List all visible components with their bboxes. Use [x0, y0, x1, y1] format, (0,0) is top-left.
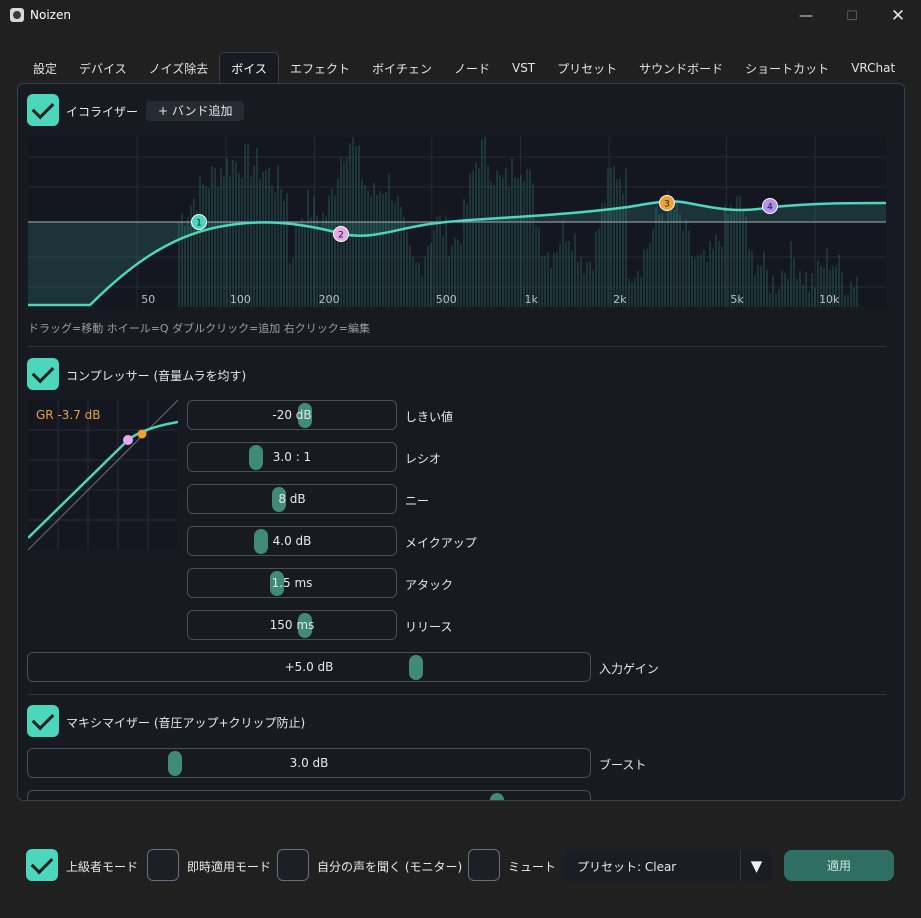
- boost-label: ブースト: [599, 758, 647, 772]
- knee-value: 8 dB: [278, 492, 306, 506]
- makeup-label: メイクアップ: [405, 536, 477, 550]
- tab-voice-changer[interactable]: ボイチェン: [361, 52, 443, 84]
- window-title: Noizen: [30, 8, 71, 22]
- tab-voice[interactable]: ボイス: [219, 52, 279, 84]
- tab-soundboard[interactable]: サウンドボード: [628, 52, 734, 84]
- tab-shortcuts[interactable]: ショートカット: [734, 52, 840, 84]
- equalizer-graph[interactable]: 50 100 200 500 1k 2k 5k 10k 1 2 3 4: [28, 136, 887, 307]
- compressor-title: コンプレッサー (音量ムラを均す): [66, 369, 247, 383]
- maximize-button[interactable]: ☐: [829, 0, 875, 32]
- tab-effects[interactable]: エフェクト: [279, 52, 361, 84]
- attack-slider[interactable]: 1.5 ms: [187, 568, 397, 598]
- eq-freq-label: 500: [436, 293, 457, 306]
- compressor-transfer-graph: [27, 399, 179, 551]
- knee-slider[interactable]: 8 dB: [187, 484, 397, 514]
- mute-label: ミュート: [508, 860, 557, 874]
- tab-vrchat[interactable]: VRChat: [840, 52, 906, 84]
- svg-text:4: 4: [767, 203, 773, 213]
- equalizer-enable-checkbox[interactable]: [27, 94, 59, 126]
- equalizer-hint: ドラッグ=移動 ホイール=Q ダブルクリック=追加 右クリック=編集: [28, 322, 371, 335]
- maximizer-ceiling-slider-thumb[interactable]: [490, 793, 504, 800]
- compressor-curve-canvas: [27, 399, 179, 551]
- knee-label: ニー: [405, 494, 430, 508]
- attack-label: アタック: [405, 578, 454, 592]
- attack-value: 1.5 ms: [271, 576, 313, 590]
- release-value: 150 ms: [269, 618, 315, 632]
- tab-noise-removal[interactable]: ノイズ除去: [138, 52, 220, 84]
- ratio-label: レシオ: [405, 452, 442, 466]
- maximizer-ceiling-slider[interactable]: [27, 790, 591, 800]
- eq-freq-label: 200: [319, 293, 340, 306]
- add-band-button[interactable]: + バンド追加: [146, 101, 245, 121]
- input-gain-label: 入力ゲイン: [599, 662, 659, 676]
- equalizer-title: イコライザー: [66, 105, 139, 119]
- minimize-button[interactable]: —: [783, 0, 829, 32]
- equalizer-canvas: 50 100 200 500 1k 2k 5k 10k 1 2 3 4: [28, 136, 887, 307]
- svg-text:2: 2: [338, 231, 344, 241]
- close-button[interactable]: ✕: [875, 0, 921, 32]
- instant-apply-label: 即時適用モード: [187, 860, 272, 874]
- threshold-value: -20 dB: [272, 408, 312, 422]
- eq-band-2-handle[interactable]: 2: [333, 226, 349, 242]
- chevron-down-icon[interactable]: ▼: [740, 850, 772, 881]
- boost-slider[interactable]: 3.0 dB: [27, 748, 591, 778]
- eq-freq-label: 1k: [524, 293, 538, 306]
- eq-band-4-handle[interactable]: 4: [762, 198, 778, 214]
- compressor-level-marker: [137, 429, 147, 439]
- eq-freq-label: 10k: [819, 293, 840, 306]
- tab-devices[interactable]: デバイス: [68, 52, 138, 84]
- eq-freq-label: 2k: [613, 293, 627, 306]
- boost-value: 3.0 dB: [289, 756, 329, 770]
- app-logo-icon: [10, 8, 24, 22]
- svg-text:3: 3: [664, 200, 670, 210]
- title-bar: Noizen — ☐ ✕: [0, 0, 921, 32]
- tab-settings[interactable]: 設定: [22, 52, 68, 84]
- monitor-label: 自分の声を聞く (モニター): [317, 860, 463, 874]
- eq-band-1-handle[interactable]: 1: [191, 214, 207, 230]
- section-divider: [28, 346, 886, 347]
- tab-nodes[interactable]: ノード: [443, 52, 501, 84]
- apply-button[interactable]: 適用: [784, 850, 894, 881]
- threshold-slider[interactable]: -20 dB: [187, 400, 397, 430]
- svg-text:1: 1: [196, 219, 202, 229]
- instant-apply-checkbox[interactable]: [147, 849, 179, 881]
- compressor-enable-checkbox[interactable]: [27, 358, 59, 390]
- gain-reduction-readout: GR -3.7 dB: [36, 408, 101, 422]
- compressor-curve: [27, 420, 179, 539]
- ratio-value: 3.0 : 1: [272, 450, 312, 464]
- release-slider[interactable]: 150 ms: [187, 610, 397, 640]
- eq-band-3-handle[interactable]: 3: [659, 195, 675, 211]
- compressor-threshold-marker: [123, 435, 133, 445]
- eq-freq-label: 100: [230, 293, 251, 306]
- advanced-mode-label: 上級者モード: [66, 860, 139, 874]
- threshold-label: しきい値: [405, 410, 454, 424]
- mute-checkbox[interactable]: [468, 849, 500, 881]
- tab-vst[interactable]: VST: [501, 52, 546, 84]
- ratio-slider[interactable]: 3.0 : 1: [187, 442, 397, 472]
- voice-panel: イコライザー + バンド追加 50 100 200 500 1k 2k 5k 10k 1 2 3 4…: [17, 83, 905, 801]
- monitor-checkbox[interactable]: [277, 849, 309, 881]
- section-divider: [28, 694, 886, 695]
- maximizer-title: マキシマイザー (音圧アップ+クリップ防止): [66, 716, 306, 730]
- tab-bar: 設定 デバイス ノイズ除去 ボイス エフェクト ボイチェン ノード VST プリ…: [22, 52, 906, 84]
- release-label: リリース: [405, 620, 453, 634]
- preset-select-value: プリセット: Clear: [577, 860, 677, 874]
- input-gain-slider[interactable]: +5.0 dB: [27, 652, 591, 682]
- eq-freq-label: 50: [141, 293, 155, 306]
- input-gain-value: +5.0 dB: [284, 660, 334, 674]
- maximizer-enable-checkbox[interactable]: [27, 705, 59, 737]
- makeup-slider[interactable]: 4.0 dB: [187, 526, 397, 556]
- tab-presets[interactable]: プリセット: [546, 52, 628, 84]
- eq-freq-label: 5k: [730, 293, 744, 306]
- makeup-value: 4.0 dB: [272, 534, 312, 548]
- advanced-mode-checkbox[interactable]: [26, 849, 58, 881]
